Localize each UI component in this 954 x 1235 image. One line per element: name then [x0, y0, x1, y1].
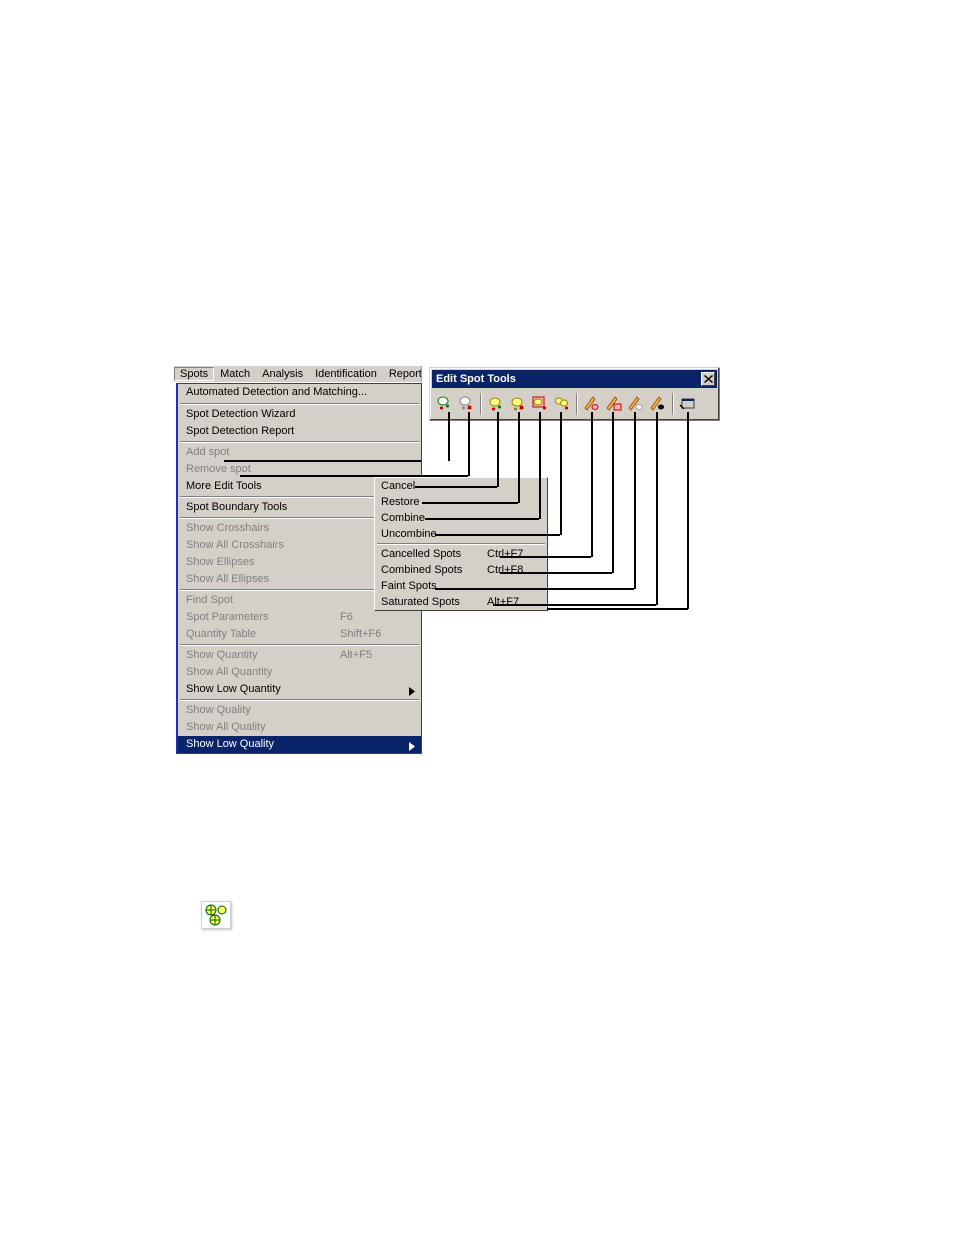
spot-detection-icon	[202, 902, 230, 928]
leader-line	[687, 412, 689, 609]
menu-item-report[interactable]: Spot Detection Report	[178, 423, 421, 440]
menubar-item-identification[interactable]: Identification	[309, 367, 383, 381]
submenu-item-cancelled[interactable]: Cancelled SpotsCtrl+F7	[375, 546, 547, 562]
leader-line	[224, 460, 421, 462]
menu-item-automated[interactable]: Automated Detection and Matching...	[178, 384, 421, 402]
cancel-spot-icon	[487, 395, 505, 413]
leader-line	[415, 486, 497, 488]
tb-show-saturated[interactable]	[647, 392, 669, 416]
leader-line	[435, 588, 634, 590]
tb-show-faint[interactable]	[625, 392, 647, 416]
add-spot-icon	[435, 395, 453, 413]
leader-line	[612, 412, 614, 573]
tb-add-spot[interactable]	[433, 392, 455, 416]
submenu-item-combined[interactable]: Combined SpotsCtrl+F8	[375, 562, 547, 578]
toolbar-options-icon	[679, 395, 697, 413]
menu-item-params: Spot ParametersF6	[178, 609, 421, 626]
tb-uncombine[interactable]	[551, 392, 573, 416]
leader-line	[493, 604, 656, 606]
submenu-item-saturated[interactable]: Saturated SpotsAlt+F7	[375, 594, 547, 610]
leader-line	[656, 412, 658, 605]
menu-item-low-quantity[interactable]: Show Low Quantity	[178, 681, 421, 698]
submenu-arrow-icon	[409, 685, 415, 702]
submenu-arrow-icon	[409, 740, 415, 757]
menu-item-all-quality: Show All Quality	[178, 719, 421, 736]
low-quality-submenu: Cancel Restore Combine Uncombine Cancell…	[374, 477, 548, 611]
close-button[interactable]	[701, 372, 715, 386]
toolbar-titlebar[interactable]: Edit Spot Tools	[432, 370, 717, 388]
leader-line	[500, 572, 612, 574]
leader-line	[560, 412, 562, 535]
submenu-item-faint[interactable]: Faint Spots	[375, 578, 547, 594]
leader-line	[468, 412, 470, 476]
restore-spot-icon	[509, 395, 527, 413]
remove-spot-icon	[457, 395, 475, 413]
menu-item-quality: Show Quality	[178, 702, 421, 719]
close-icon	[704, 375, 713, 383]
leader-line	[422, 502, 518, 504]
leader-line	[539, 412, 541, 519]
tb-show-combined[interactable]	[603, 392, 625, 416]
leader-line	[240, 475, 468, 477]
menu-item-qtable: Quantity TableShift+F6	[178, 626, 421, 643]
menu-item-wizard[interactable]: Spot Detection Wizard	[178, 406, 421, 423]
toolbar-title: Edit Spot Tools	[436, 373, 516, 385]
leader-line	[448, 412, 450, 461]
tb-remove-spot[interactable]	[455, 392, 477, 416]
menubar-item-spots[interactable]: Spots	[174, 367, 214, 381]
uncombine-spots-icon	[553, 395, 571, 413]
combine-spots-icon	[531, 395, 549, 413]
menubar-item-match[interactable]: Match	[214, 367, 256, 381]
leader-line	[500, 556, 591, 558]
leader-line	[497, 412, 499, 487]
show-faint-icon	[627, 395, 645, 413]
leader-line	[425, 518, 539, 520]
leader-line	[435, 534, 560, 536]
spot-detection-button[interactable]	[201, 901, 231, 929]
menubar: Spots Match Analysis Identification Repo…	[174, 366, 422, 382]
menu-item-add-spot: Add spot	[178, 444, 421, 461]
show-combined-icon	[605, 395, 623, 413]
menubar-item-reports[interactable]: Reports	[383, 367, 422, 381]
show-saturated-icon	[649, 395, 667, 413]
edit-spot-tools-window: Edit Spot Tools	[429, 367, 720, 421]
menu-item-all-quantity: Show All Quantity	[178, 664, 421, 681]
leader-line	[518, 412, 520, 503]
leader-line	[591, 412, 593, 557]
menu-item-low-quality[interactable]: Show Low Quality	[178, 736, 421, 753]
tb-cancel[interactable]	[485, 392, 507, 416]
menu-item-quantity: Show QuantityAlt+F5	[178, 647, 421, 664]
show-cancelled-icon	[583, 395, 601, 413]
leader-line	[634, 412, 636, 589]
leader-line	[547, 608, 688, 610]
menubar-item-analysis[interactable]: Analysis	[256, 367, 309, 381]
